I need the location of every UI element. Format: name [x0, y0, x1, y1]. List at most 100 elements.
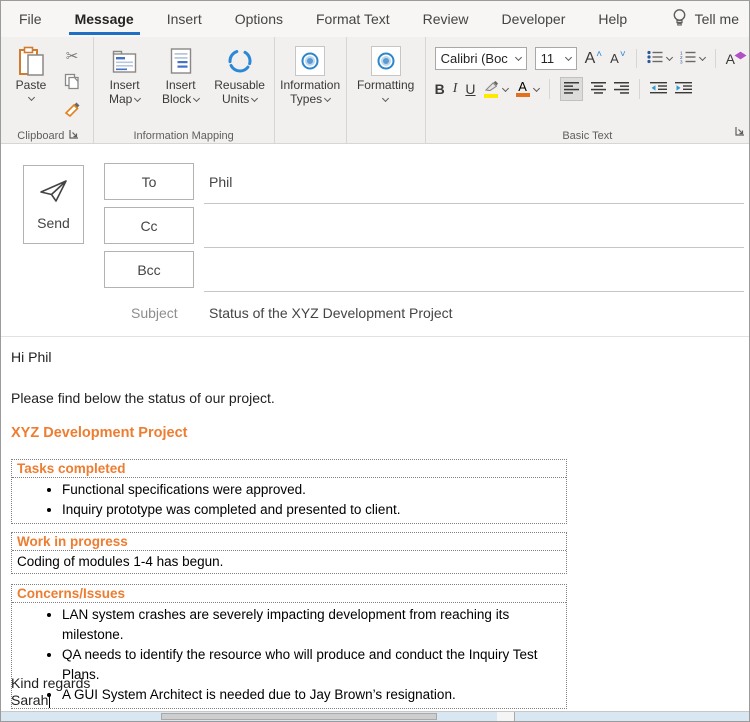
bullet-item: Functional specifications were approved. [62, 480, 566, 500]
reusable-units-button[interactable]: Reusable Units [209, 40, 271, 106]
tab-file[interactable]: File [19, 1, 42, 37]
chevron-down-icon [27, 93, 35, 102]
clear-formatting-button[interactable]: A [726, 51, 747, 67]
formatting-icon [370, 46, 401, 76]
send-icon [39, 179, 69, 206]
align-left-icon [563, 81, 579, 97]
insert-map-label-2: Map [108, 92, 133, 106]
scissors-icon: ✂ [65, 48, 79, 65]
bullet-item: LAN system crashes are severely impactin… [62, 605, 566, 645]
scrollbar-gap [497, 712, 515, 721]
horizontal-scrollbar[interactable] [1, 711, 749, 721]
increase-indent-button[interactable] [674, 81, 692, 97]
tab-message[interactable]: Message [68, 1, 140, 37]
greeting-text: Hi Phil [11, 349, 52, 365]
basic-text-dialog-launcher-icon[interactable] [735, 123, 745, 141]
section-text: Coding of modules 1-4 has begun. [17, 554, 224, 569]
highlight-button[interactable] [484, 80, 499, 98]
tell-me[interactable]: Tell me [672, 8, 739, 31]
bullet-item: Inquiry prototype was completed and pres… [62, 500, 566, 520]
tab-options[interactable]: Options [235, 1, 283, 37]
formatting-button[interactable]: Formatting [350, 40, 422, 103]
chevron-down-icon [251, 94, 259, 102]
paste-button[interactable]: Paste [7, 40, 55, 102]
decrease-indent-button[interactable] [649, 81, 667, 97]
bold-button[interactable]: B [435, 81, 445, 97]
status-box-work-in-progress: Work in progress Coding of modules 1-4 h… [11, 532, 567, 574]
status-box-tasks-completed: Tasks completed Functional specification… [11, 459, 567, 524]
font-size-combo[interactable]: 11 [534, 47, 577, 70]
insert-block-label-2: Block [161, 92, 192, 106]
basic-text-group-label: Basic Text [562, 130, 613, 142]
send-button[interactable]: Send [23, 165, 84, 244]
ribbon-tab-bar: File Message Insert Options Format Text … [1, 1, 749, 37]
text-cursor [49, 693, 51, 708]
font-color-button[interactable]: A [515, 79, 530, 97]
insert-map-icon [111, 44, 138, 78]
reusable-units-icon [226, 44, 254, 78]
closing-text: Kind regards [11, 675, 91, 691]
cut-button[interactable]: ✂ [61, 46, 83, 66]
to-button[interactable]: To [104, 163, 194, 200]
tab-format-text[interactable]: Format Text [316, 1, 390, 37]
tab-insert[interactable]: Insert [167, 1, 202, 37]
tab-help[interactable]: Help [598, 1, 627, 37]
cc-button[interactable]: Cc [104, 207, 194, 244]
font-name-combo[interactable]: Calibri (Boc [434, 47, 527, 70]
grow-font-button[interactable]: A ˄ [584, 49, 603, 68]
copy-button[interactable] [61, 73, 83, 93]
lightbulb-icon [672, 8, 687, 31]
subject-field-value[interactable]: Status of the XYZ Development Project [209, 305, 453, 321]
insert-block-button[interactable]: Insert Block [153, 40, 209, 106]
tab-developer[interactable]: Developer [502, 1, 566, 37]
chevron-down-icon [134, 94, 142, 102]
cc-label: Cc [140, 217, 158, 234]
section-heading: Work in progress [12, 533, 566, 551]
grow-font-glyph: A [584, 49, 596, 67]
bcc-button[interactable]: Bcc [104, 251, 194, 288]
clipboard-group-label: Clipboard [17, 129, 65, 142]
header-body-divider [1, 336, 749, 337]
align-right-icon [613, 81, 629, 97]
reusable-units-label-2: Units [221, 92, 250, 106]
insert-map-button[interactable]: Insert Map [97, 40, 153, 106]
information-types-group: Information Types [275, 37, 347, 143]
italic-button[interactable]: I [453, 81, 458, 97]
bullet-list-icon [647, 50, 663, 67]
underline-button[interactable]: U [465, 81, 475, 97]
underline-glyph: U [465, 81, 476, 97]
insert-map-label-1: Insert [109, 78, 140, 92]
bullet-item: A GUI System Architect is needed due to … [62, 685, 566, 705]
information-types-icon [295, 46, 326, 76]
cc-field-underline[interactable] [204, 247, 744, 248]
bcc-field-underline[interactable] [204, 291, 744, 292]
horizontal-scrollbar-thumb[interactable] [161, 713, 437, 720]
formatting-group: Formatting [347, 37, 426, 143]
align-left-button[interactable] [559, 77, 583, 101]
formatting-label: Formatting [356, 78, 415, 92]
reusable-units-label-1: Reusable [214, 78, 265, 92]
chevron-down-icon [382, 94, 390, 103]
clipboard-dialog-launcher-icon[interactable] [69, 129, 79, 142]
numbering-button[interactable]: 123 [680, 50, 706, 67]
format-painter-button[interactable] [61, 100, 83, 120]
chevron-down-icon [698, 53, 706, 62]
align-center-button[interactable] [590, 81, 606, 97]
decrease-indent-icon [649, 81, 667, 97]
to-label: To [141, 173, 157, 190]
highlighter-icon [484, 80, 499, 93]
numbered-list-icon: 123 [680, 50, 696, 67]
align-right-button[interactable] [613, 81, 629, 97]
tab-review[interactable]: Review [423, 1, 469, 37]
bullets-button[interactable] [647, 50, 673, 67]
information-mapping-group: Insert Map Insert Block Reusable Units I… [94, 37, 275, 143]
outlook-compose-window: File Message Insert Options Format Text … [0, 0, 750, 722]
to-field-underline[interactable] [204, 203, 744, 204]
shrink-font-button[interactable]: A ˅ [610, 49, 626, 66]
chevron-down-icon [665, 53, 673, 62]
to-field-value[interactable]: Phil [209, 174, 232, 190]
information-types-label-2: Types [290, 92, 323, 106]
paste-label: Paste [15, 78, 47, 92]
font-color-glyph: A [518, 79, 527, 94]
information-types-button[interactable]: Information Types [278, 40, 343, 106]
